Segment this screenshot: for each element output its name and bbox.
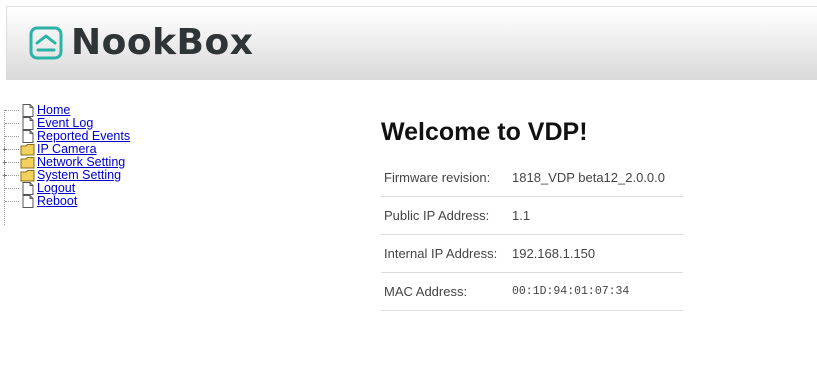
info-row-public-ip: Public IP Address: 1.1 — [381, 197, 683, 235]
header-banner: NookBox — [6, 6, 817, 80]
device-info-table: Firmware revision: 1818_VDP beta12_2.0.0… — [381, 159, 683, 311]
page-icon — [22, 117, 34, 130]
info-label: Internal IP Address: — [384, 246, 498, 261]
info-row-internal-ip: Internal IP Address: 192.168.1.150 — [381, 235, 683, 273]
info-label: MAC Address: — [384, 284, 468, 299]
info-label: Firmware revision: — [384, 170, 491, 185]
expand-plus-icon[interactable]: + — [1, 146, 8, 154]
home-logo-icon — [29, 26, 63, 60]
info-value-public-ip: 1.1 — [512, 208, 531, 223]
info-label: Public IP Address: — [384, 208, 490, 223]
info-row-firmware: Firmware revision: 1818_VDP beta12_2.0.0… — [381, 159, 683, 197]
page-icon — [22, 130, 34, 143]
info-row-mac: MAC Address: 00:1D:94:01:07:34 — [381, 273, 683, 311]
folder-icon — [20, 170, 35, 182]
expand-plus-icon[interactable]: + — [1, 159, 8, 167]
folder-icon — [20, 157, 35, 169]
page-icon — [22, 182, 34, 195]
nav-link-reboot[interactable]: Reboot — [37, 195, 77, 208]
brand-name: NookBox — [71, 22, 254, 63]
info-value-mac: 00:1D:94:01:07:34 — [512, 285, 630, 298]
expand-plus-icon[interactable]: + — [1, 172, 8, 180]
tree-connector — [4, 110, 5, 225]
page-icon — [22, 195, 34, 208]
page-title: Welcome to VDP! — [381, 118, 588, 146]
brand-logo: NookBox — [29, 20, 253, 66]
info-value-firmware: 1818_VDP beta12_2.0.0.0 — [512, 170, 666, 185]
folder-icon — [20, 144, 35, 156]
page-icon — [22, 104, 34, 117]
info-value-internal-ip: 192.168.1.150 — [512, 246, 596, 261]
